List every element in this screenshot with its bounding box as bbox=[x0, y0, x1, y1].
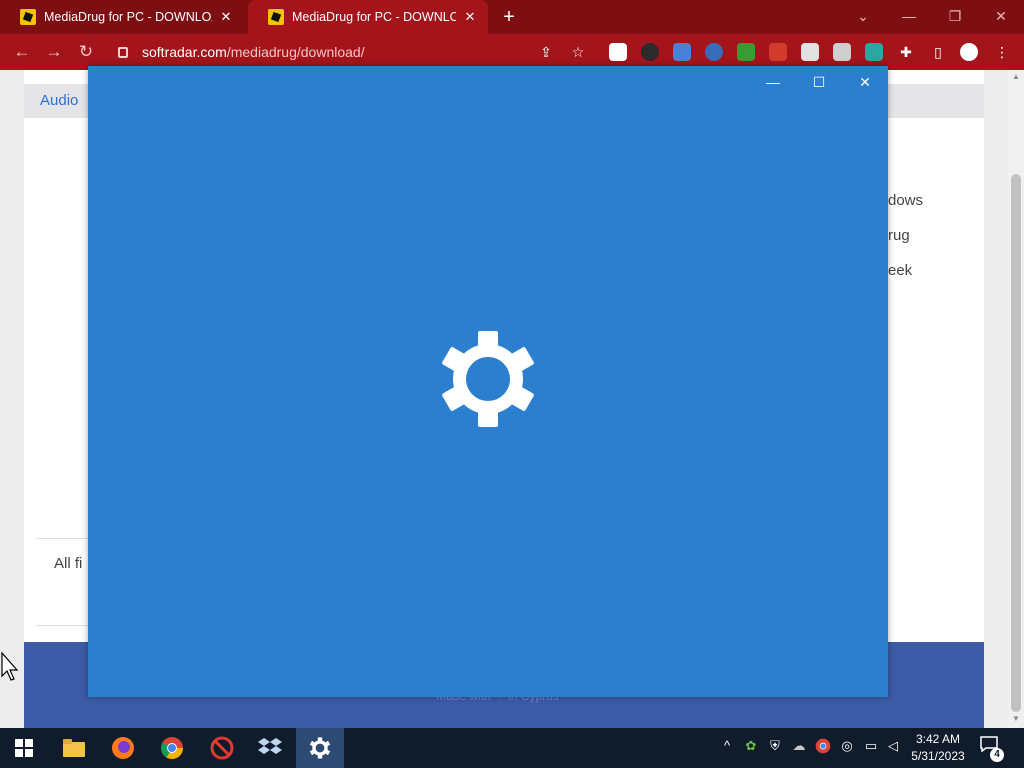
clock-time: 3:42 AM bbox=[915, 732, 961, 746]
url-host: softradar.com bbox=[142, 44, 227, 60]
lock-icon bbox=[118, 46, 128, 58]
volume-muted-icon[interactable]: ◁ bbox=[884, 738, 902, 758]
close-tab-icon[interactable]: ✕ bbox=[218, 9, 234, 25]
mediadrug-favicon-icon bbox=[20, 9, 36, 25]
close-button[interactable]: ✕ bbox=[842, 70, 888, 94]
divider bbox=[36, 625, 92, 626]
settings-icon bbox=[309, 737, 331, 759]
footer-fragment: All fi bbox=[54, 555, 83, 572]
taskbar: ^ ✿ ⛨ ☁ ◎ ▭ ◁ 3:42 AM 5/31/2023 4 bbox=[0, 728, 1024, 768]
translate-icon[interactable] bbox=[673, 43, 691, 61]
browser-menu-icon[interactable]: ⋮ bbox=[992, 42, 1012, 62]
gear-icon bbox=[442, 331, 534, 427]
onedrive-cloud-icon[interactable]: ☁ bbox=[790, 738, 808, 758]
maximize-button[interactable]: ☐ bbox=[796, 70, 842, 94]
divider bbox=[36, 538, 92, 539]
mediadrug-favicon-icon bbox=[268, 9, 284, 25]
extension-8-icon[interactable] bbox=[833, 43, 851, 61]
blocked-app-icon bbox=[210, 736, 234, 760]
tray-app-icon[interactable]: ✿ bbox=[742, 738, 760, 758]
sidebar-fragment[interactable]: rug bbox=[888, 227, 910, 244]
notification-center-button[interactable]: 4 bbox=[980, 736, 1004, 762]
tray-chrome-icon[interactable] bbox=[814, 738, 832, 758]
minimize-button[interactable]: — bbox=[750, 70, 796, 94]
scroll-up-icon[interactable]: ▲ bbox=[1011, 72, 1021, 82]
firefox-icon bbox=[112, 737, 134, 759]
tab-title: MediaDrug for PC - DOWNLOAD bbox=[292, 10, 456, 24]
address-bar[interactable]: softradar.com/mediadrug/download/ bbox=[108, 38, 598, 66]
extension-6-icon[interactable] bbox=[769, 43, 787, 61]
tab-title: MediaDrug for PC - DOWNLOAD bbox=[44, 10, 212, 24]
tab-strip: MediaDrug for PC - DOWNLOAD ✕ MediaDrug … bbox=[0, 0, 1024, 34]
file-explorer-icon bbox=[63, 739, 85, 757]
back-arrow-icon[interactable]: ← bbox=[10, 41, 34, 63]
page-scrollbar[interactable]: ▲ ▼ bbox=[1008, 70, 1024, 728]
reload-icon[interactable]: ↻ bbox=[74, 41, 98, 63]
tray-chrome-logo bbox=[815, 738, 831, 754]
taskbar-file-explorer[interactable] bbox=[50, 728, 98, 768]
share-icon[interactable]: ⇪ bbox=[536, 42, 556, 62]
extension-2-icon[interactable] bbox=[641, 43, 659, 61]
extension-1-icon[interactable] bbox=[609, 43, 627, 61]
taskbar-dropbox[interactable] bbox=[246, 728, 294, 768]
extensions-puzzle-icon[interactable]: ✚ bbox=[896, 42, 916, 62]
tab-search-button[interactable]: ⌄ bbox=[840, 0, 886, 34]
sidebar-fragment[interactable]: eek bbox=[888, 262, 912, 279]
nav-link-audio[interactable]: Audio bbox=[40, 92, 78, 109]
extension-4-icon[interactable] bbox=[705, 43, 723, 61]
security-shield-icon[interactable]: ⛨ bbox=[766, 738, 784, 758]
start-button[interactable] bbox=[0, 728, 48, 768]
tray-overflow-chevron-icon[interactable]: ^ bbox=[718, 738, 736, 758]
browser-tab-1[interactable]: MediaDrug for PC - DOWNLOAD ✕ bbox=[0, 0, 244, 34]
new-tab-button[interactable]: + bbox=[498, 5, 520, 29]
settings-splash-window: — ☐ ✕ bbox=[88, 66, 888, 697]
close-browser-button[interactable]: ✕ bbox=[978, 0, 1024, 34]
network-icon[interactable]: ▭ bbox=[862, 738, 880, 758]
chrome-icon bbox=[161, 737, 183, 759]
mouse-cursor-icon bbox=[1, 652, 19, 681]
side-panel-icon[interactable]: ▯ bbox=[928, 42, 948, 62]
profile-avatar-icon[interactable] bbox=[960, 43, 978, 61]
extension-9-icon[interactable] bbox=[865, 43, 883, 61]
clock-date: 5/31/2023 bbox=[911, 749, 965, 763]
extension-7-icon[interactable] bbox=[801, 43, 819, 61]
extension-5-icon[interactable] bbox=[737, 43, 755, 61]
minimize-browser-button[interactable]: — bbox=[886, 0, 932, 34]
scrollbar-thumb[interactable] bbox=[1011, 174, 1021, 712]
notification-count-badge: 4 bbox=[990, 748, 1004, 762]
browser-tab-2[interactable]: MediaDrug for PC - DOWNLOAD ✕ bbox=[248, 0, 488, 34]
taskbar-settings[interactable] bbox=[296, 728, 344, 768]
bookmark-star-icon[interactable]: ☆ bbox=[568, 42, 588, 62]
tray-sync-icon[interactable]: ◎ bbox=[838, 738, 856, 758]
dropbox-icon bbox=[258, 738, 282, 754]
restore-browser-button[interactable]: ❐ bbox=[932, 0, 978, 34]
forward-arrow-icon[interactable]: → bbox=[42, 41, 66, 63]
sidebar-fragment[interactable]: dows bbox=[888, 192, 923, 209]
url-path: /mediadrug/download/ bbox=[226, 44, 365, 60]
taskbar-blocked-app[interactable] bbox=[198, 728, 246, 768]
close-tab-icon[interactable]: ✕ bbox=[462, 9, 478, 25]
browser-toolbar: ← → ↻ softradar.com/mediadrug/download/ … bbox=[0, 34, 1024, 70]
taskbar-firefox[interactable] bbox=[99, 728, 147, 768]
windows-start-icon bbox=[15, 739, 33, 757]
scroll-down-icon[interactable]: ▼ bbox=[1011, 714, 1021, 724]
taskbar-clock[interactable]: 3:42 AM 5/31/2023 bbox=[902, 731, 974, 765]
taskbar-chrome[interactable] bbox=[148, 728, 196, 768]
